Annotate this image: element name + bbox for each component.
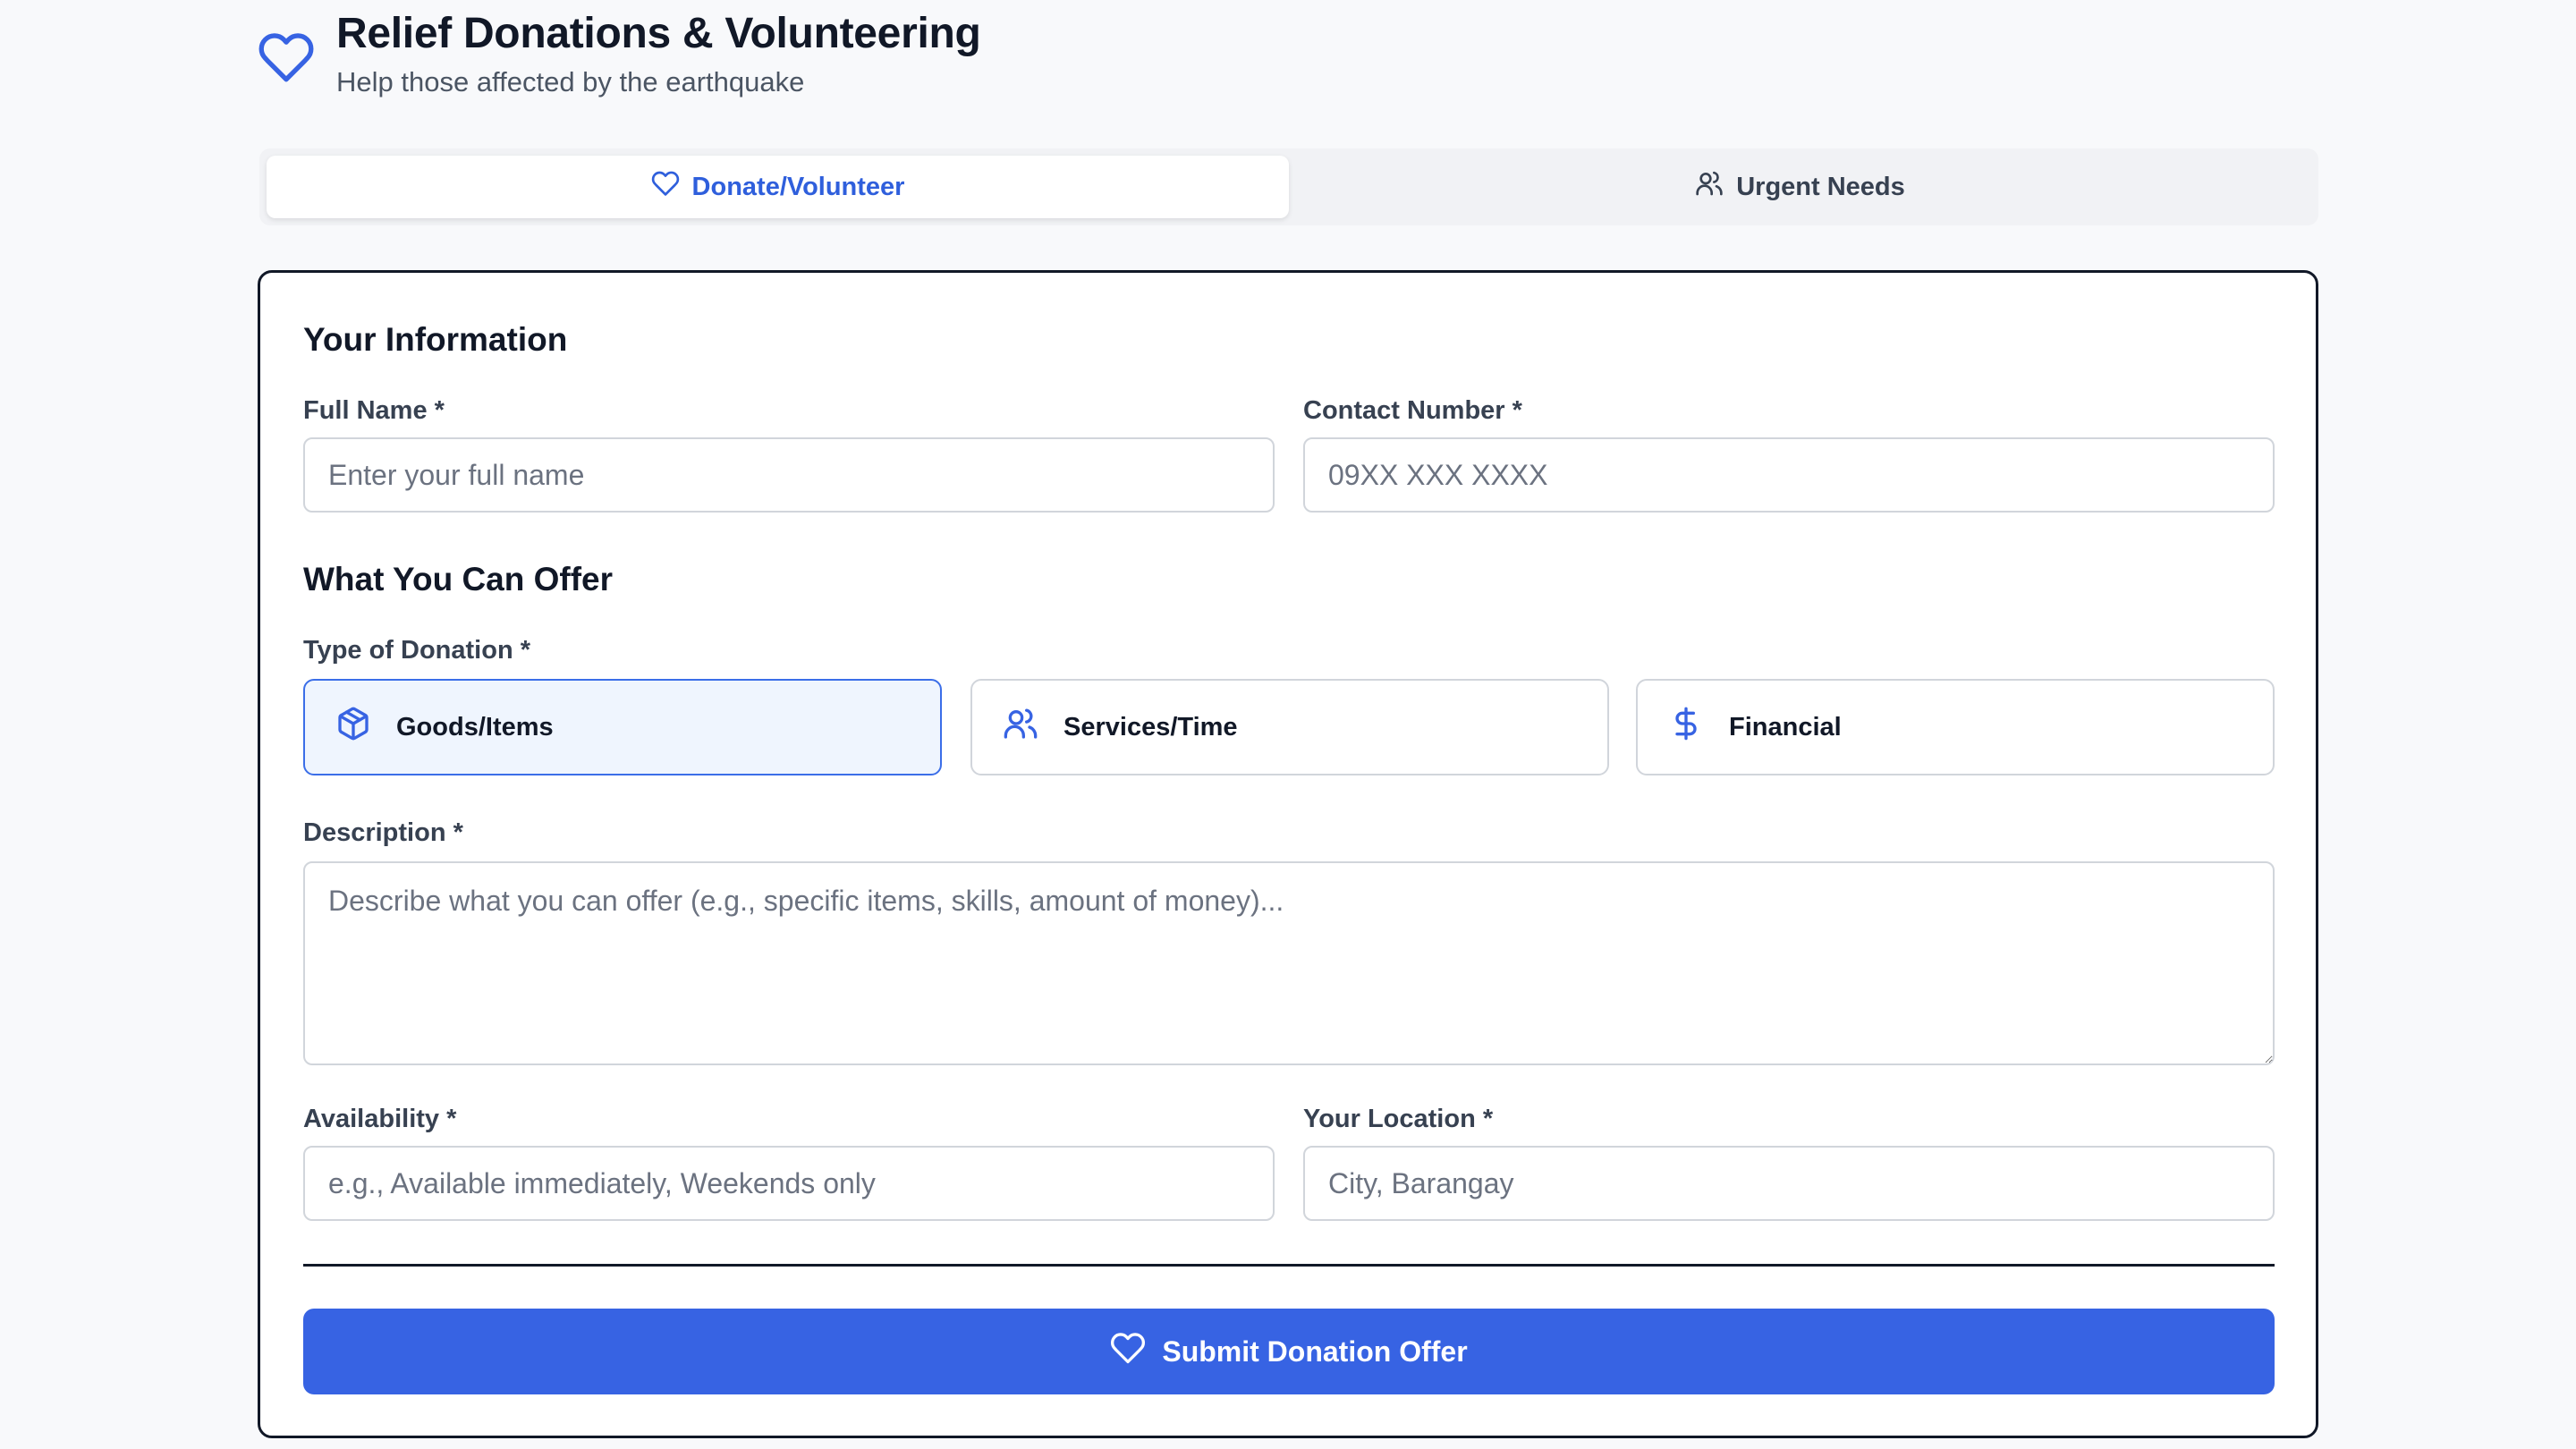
submit-button-label: Submit Donation Offer [1162,1335,1468,1368]
donation-type-label-goods: Goods/Items [396,712,554,741]
tab-label: Urgent Needs [1736,172,1905,201]
description-label: Description * [303,818,463,847]
donation-type-label-services: Services/Time [1063,712,1238,741]
package-icon [335,706,371,749]
location-label: Your Location * [1303,1105,1494,1133]
description-textarea[interactable] [303,861,2275,1065]
donation-type-services-button[interactable]: Services/Time [970,679,1609,775]
donation-type-label: Type of Donation * [303,636,531,665]
full-name-label: Full Name * [303,396,445,425]
donation-form-card: Your Information Full Name * Contact Num… [258,270,2318,1438]
section-title-what-you-can-offer: What You Can Offer [303,561,614,597]
submit-donation-button[interactable]: Submit Donation Offer [303,1309,2275,1394]
availability-input[interactable] [303,1146,1275,1221]
form-divider [303,1264,2275,1267]
donation-type-label-financial: Financial [1729,712,1842,741]
tab-urgent-needs[interactable]: Urgent Needs [1289,156,2311,218]
heart-icon [1110,1330,1146,1373]
full-name-input[interactable] [303,437,1275,513]
donation-type-financial-button[interactable]: Financial [1636,679,2275,775]
location-input[interactable] [1303,1146,2275,1221]
users-icon [1003,706,1038,749]
page-title: Relief Donations & Volunteering [336,10,981,57]
page: Relief Donations & Volunteering Help tho… [0,0,2576,1449]
users-icon [1695,169,1724,205]
donation-type-goods-button[interactable]: Goods/Items [303,679,942,775]
tab-bar: Donate/Volunteer Urgent Needs [259,148,2318,225]
contact-number-label: Contact Number * [1303,396,1522,425]
tab-donate-volunteer[interactable]: Donate/Volunteer [267,156,1289,218]
heart-icon [651,169,680,205]
contact-number-input[interactable] [1303,437,2275,513]
availability-label: Availability * [303,1105,457,1133]
heart-icon [258,29,315,86]
tab-label: Donate/Volunteer [691,172,905,201]
dollar-icon [1668,706,1704,749]
page-subtitle: Help those affected by the earthquake [336,66,805,97]
section-title-your-information: Your Information [303,321,568,358]
